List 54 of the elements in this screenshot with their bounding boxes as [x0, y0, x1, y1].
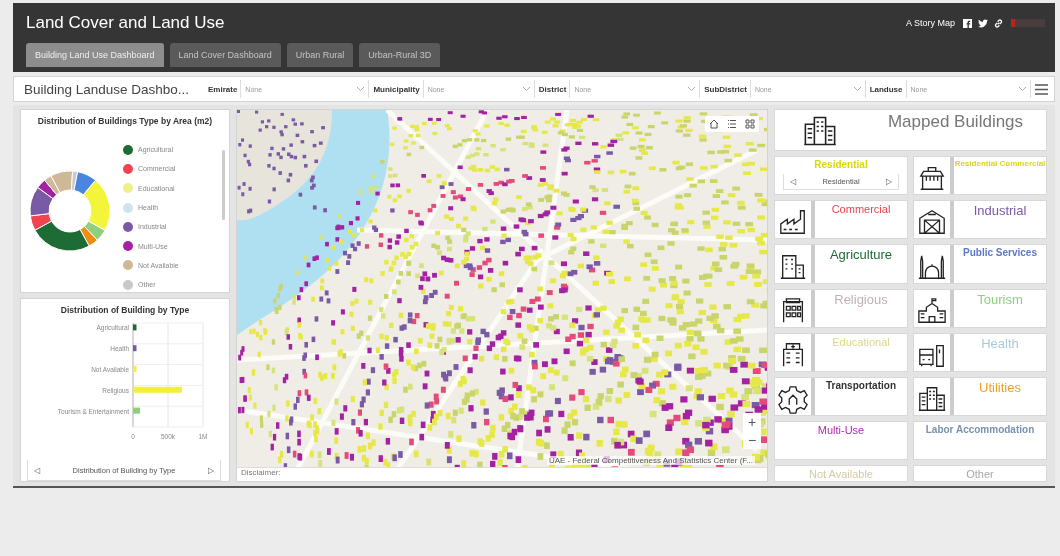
category-label: Health — [980, 334, 1020, 353]
caret-icon — [853, 87, 861, 91]
filter-label: Municipality — [373, 84, 420, 94]
twitter-icon — [978, 19, 988, 28]
menu-icon — [1035, 83, 1048, 95]
category-label: Labor Accommodation — [924, 423, 1036, 438]
category-label: Agriculture — [828, 246, 894, 265]
filter-label: District — [538, 84, 567, 94]
grid-icon[interactable] — [745, 119, 755, 129]
facebook-icon — [963, 18, 972, 28]
disclaimer-text: Disclaimer: — [237, 467, 767, 481]
category-label: Educational — [831, 334, 891, 350]
chart-title: Distribution of Buildings Type by Area (m2) — [36, 116, 214, 126]
card-title: Mapped Buildings — [886, 111, 1025, 133]
category-label: Public Services — [962, 246, 1038, 261]
category-label: Utilities — [978, 379, 1022, 398]
filter-label: Emirate — [208, 84, 238, 94]
dashboard-title: Building Landuse Dashbo... — [24, 81, 191, 97]
caret-icon — [522, 87, 530, 91]
category-label: Multi-Use — [816, 423, 866, 439]
tab[interactable]: Urban Rural — [286, 43, 354, 67]
app-title: Land Cover and Land Use — [26, 13, 226, 33]
category-label: Tourism — [976, 290, 1024, 309]
bar — [132, 407, 140, 414]
category-label: Commercial — [830, 202, 892, 218]
home-icon[interactable] — [709, 119, 719, 129]
category-label: Residential Commercial — [954, 158, 1046, 170]
logo-icon — [1011, 19, 1045, 27]
category-label: Other — [965, 467, 995, 481]
tab[interactable]: Urban-Rural 3D — [359, 43, 441, 67]
tab[interactable]: Building Land Use Dashboard — [26, 43, 164, 67]
link-icon — [994, 19, 1003, 28]
filter-label: Landuse — [869, 84, 903, 94]
filter-label: SubDistrict — [704, 84, 747, 94]
gear-icon — [778, 384, 808, 415]
category-label: Residential — [813, 158, 869, 172]
caret-icon — [688, 87, 696, 91]
caret-icon — [1019, 87, 1027, 91]
bar — [132, 345, 136, 352]
attribution-text: UAE - Federal Competitiveness And Statistics Center (F... — [546, 456, 755, 465]
bar — [132, 324, 136, 331]
caret-icon — [357, 87, 365, 91]
category-label: Religious — [833, 290, 889, 309]
story-map-label: A Story Map — [905, 18, 955, 28]
bar — [132, 366, 136, 372]
category-label: Industrial — [972, 202, 1028, 221]
category-label: Transportation — [825, 379, 897, 394]
tab[interactable]: Land Cover Dashboard — [169, 43, 281, 67]
scrollbar — [222, 150, 225, 220]
school-icon — [917, 295, 947, 326]
bar — [132, 386, 182, 393]
category-label: Not Available — [808, 467, 874, 481]
list-icon[interactable] — [727, 119, 737, 129]
chart-title: Distribution of Building by Type — [59, 305, 191, 315]
